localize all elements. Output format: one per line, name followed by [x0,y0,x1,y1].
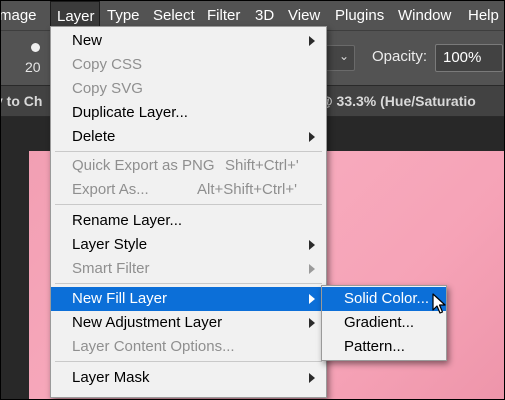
document-title-left: y to Ch [1,93,43,109]
triangle-right-icon [309,373,315,383]
menu-item-label: New [72,32,103,49]
menu-item-label: Layer Content Options... [72,338,235,355]
menu-item-label: New Adjustment Layer [72,314,223,331]
layer-menu: New Copy CSS Copy SVG Duplicate Layer...… [50,26,327,398]
menu-item-label: Copy CSS [72,56,143,73]
opacity-label: Opacity: [372,48,428,65]
menu-item-export-as[interactable]: Export As... Alt+Shift+Ctrl+' [51,178,326,202]
menu-plugins[interactable]: Plugins [335,1,384,30]
submenu-item-label: Pattern... [344,338,405,355]
triangle-right-icon [309,36,315,46]
menu-item-copy-svg[interactable]: Copy SVG [51,77,326,101]
submenu-item-label: Solid Color... [344,290,430,307]
submenu-item-gradient[interactable]: Gradient... [322,311,446,335]
triangle-right-icon [309,318,315,328]
menu-item-duplicate-layer[interactable]: Duplicate Layer... [51,101,326,125]
menu-item-label: Layer Style [72,236,148,253]
menu-item-layer-style[interactable]: Layer Style [51,233,326,257]
menu-separator [55,151,322,152]
menu-item-quick-export-png[interactable]: Quick Export as PNG Shift+Ctrl+' [51,154,326,178]
menu-item-label: Smart Filter [72,260,150,277]
triangle-right-icon [309,240,315,250]
submenu-item-solid-color[interactable]: Solid Color... [322,287,446,311]
menu-separator [55,361,322,362]
menu-window[interactable]: Window [398,1,451,30]
triangle-right-icon [309,132,315,142]
menu-separator [55,204,322,205]
chevron-down-icon: ⌄ [338,49,349,63]
document-title-right: @ 33.3% (Hue/Saturatio [319,93,476,109]
menu-item-new[interactable]: New [51,29,326,53]
menu-item-label: New Fill Layer [72,290,168,307]
menu-item-copy-css[interactable]: Copy CSS [51,53,326,77]
menu-item-label: Export As... [72,181,149,198]
triangle-right-icon [309,264,315,274]
menu-item-shortcut: Alt+Shift+Ctrl+' [197,181,297,198]
menu-image[interactable]: mage [1,1,37,30]
menu-item-label: Rename Layer... [72,212,183,229]
menu-item-delete[interactable]: Delete [51,125,326,149]
submenu-item-pattern[interactable]: Pattern... [322,335,446,359]
mouse-pointer-icon [432,293,446,314]
menu-item-label: Delete [72,128,116,145]
menu-item-shortcut: Shift+Ctrl+' [225,157,299,174]
submenu-item-label: Gradient... [344,314,415,331]
menu-item-label: Quick Export as PNG [72,157,215,174]
menu-item-layer-content-options[interactable]: Layer Content Options... [51,335,326,359]
menu-item-new-fill-layer[interactable]: New Fill Layer [51,287,326,311]
photoshop-window: mage Layer Type Select Filter 3D View Pl… [0,0,505,400]
triangle-right-icon [309,294,315,304]
menu-item-rename-layer[interactable]: Rename Layer... [51,209,326,233]
menu-item-new-adjustment-layer[interactable]: New Adjustment Layer [51,311,326,335]
brush-size-value: 20 [25,59,41,75]
menu-item-label: Copy SVG [72,80,143,97]
menu-item-smart-filter[interactable]: Smart Filter [51,257,326,281]
menu-help[interactable]: Help [468,1,499,30]
menu-item-label: Layer Mask [72,369,150,386]
menu-separator [55,283,322,284]
opacity-field[interactable]: 100% [435,44,503,72]
brush-tip-icon[interactable] [31,43,40,52]
menu-item-label: Duplicate Layer... [72,104,188,121]
menu-item-layer-mask[interactable]: Layer Mask [51,366,326,390]
fill-layer-submenu: Solid Color... Gradient... Pattern... [321,285,447,361]
